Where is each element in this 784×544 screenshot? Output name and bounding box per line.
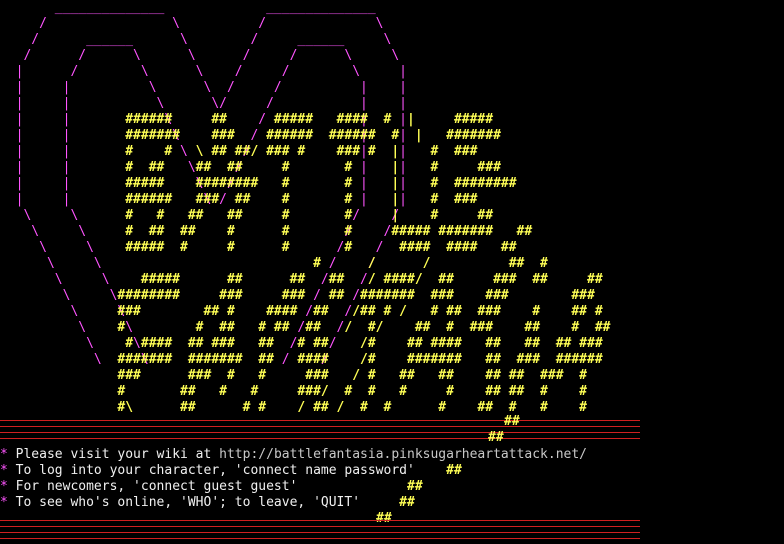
motd-line-wiki: * Please visit your wiki at http://battl…	[0, 447, 587, 463]
bullet-marker: *	[0, 447, 8, 462]
line-hash-marker: ##	[399, 495, 415, 510]
motd-line-who: * To see who's online, 'WHO'; to leave, …	[0, 495, 415, 511]
motd-text: For newcomers, 'connect guest guest'	[7, 479, 298, 494]
line-hash-marker: ##	[446, 463, 462, 478]
bullet-marker: *	[0, 479, 8, 494]
line-hash-marker: ##	[407, 479, 423, 494]
divider-rule-second	[0, 432, 640, 439]
rule-hash-marker: ##	[504, 414, 520, 429]
wiki-link[interactable]: http://battlefantasia.pinksugarheartatta…	[219, 447, 587, 462]
rule-hash-marker: ##	[488, 430, 504, 445]
motd-text: To log into your character, 'connect nam…	[7, 463, 415, 478]
motd-line-newcomers: * For newcomers, 'connect guest guest' #…	[0, 479, 423, 495]
motd-line-login: * To log into your character, 'connect n…	[0, 463, 462, 479]
motd-text: Please visit your wiki at	[7, 447, 220, 462]
bullet-marker: *	[0, 463, 8, 478]
divider-rule-last	[0, 532, 640, 539]
motd-text: To see who's online, 'WHO'; to leave, 'Q…	[7, 495, 361, 510]
divider-rule-top	[0, 420, 640, 427]
bullet-marker: *	[0, 495, 8, 510]
battle-fantasia-ascii-title: ###### ## ##### #### # | ##### ####### #…	[117, 112, 611, 415]
terminal-screen[interactable]: ______________ ______________ / \ / \ / …	[0, 0, 784, 544]
divider-rule-bottom	[0, 520, 640, 527]
